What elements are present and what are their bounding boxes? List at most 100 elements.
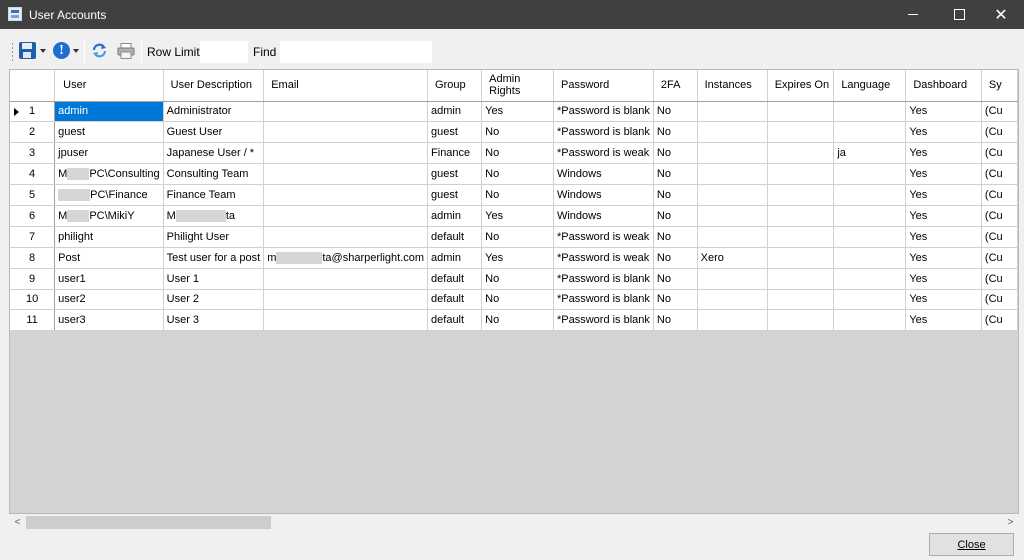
cell-2fa[interactable]: No xyxy=(653,184,698,206)
cell-dashboard[interactable]: Yes xyxy=(905,268,982,290)
cell-password[interactable]: *Password is blank xyxy=(553,268,654,290)
cell-expires-on[interactable] xyxy=(767,121,835,144)
cell-language[interactable] xyxy=(833,163,907,186)
cell-instances[interactable] xyxy=(697,163,768,186)
cell-2fa[interactable]: No xyxy=(653,142,698,165)
cell-email[interactable] xyxy=(263,142,429,165)
close-button[interactable]: Close xyxy=(929,533,1014,556)
cell-admin-rights[interactable]: No xyxy=(481,184,554,206)
cell-password[interactable]: Windows xyxy=(553,205,654,227)
chevron-down-icon[interactable] xyxy=(40,49,46,53)
cell-user[interactable]: Post xyxy=(54,247,164,269)
table-row[interactable]: 7 philight Philight User default No *Pas… xyxy=(10,226,1018,248)
cell-group[interactable]: admin xyxy=(427,247,483,269)
column-header-password[interactable]: Password xyxy=(553,70,654,102)
print-button[interactable] xyxy=(115,40,137,62)
cell-admin-rights[interactable]: No xyxy=(481,226,554,248)
cell-admin-rights[interactable]: No xyxy=(481,309,554,332)
title-bar[interactable]: User Accounts ✕ xyxy=(0,0,1024,29)
save-button[interactable] xyxy=(17,40,47,62)
cell-admin-rights[interactable]: No xyxy=(481,142,554,165)
cell-sy[interactable]: (Cu xyxy=(981,184,1018,206)
cell-description[interactable]: Mta xyxy=(163,205,265,227)
cell-group[interactable]: default xyxy=(427,309,483,332)
cell-email[interactable] xyxy=(263,184,429,206)
table-row[interactable]: 10 user2 User 2 default No *Password is … xyxy=(10,289,1018,311)
cell-user[interactable]: philight xyxy=(54,226,164,248)
cell-email[interactable] xyxy=(263,226,429,248)
cell-2fa[interactable]: No xyxy=(653,247,698,269)
cell-expires-on[interactable] xyxy=(767,247,835,269)
column-header-instances[interactable]: Instances xyxy=(697,70,768,102)
cell-admin-rights[interactable]: No xyxy=(481,289,554,311)
cell-instances[interactable] xyxy=(697,226,768,248)
row-header[interactable]: 5 xyxy=(10,184,56,206)
cell-2fa[interactable]: No xyxy=(653,268,698,290)
cell-group[interactable]: Finance xyxy=(427,142,483,165)
cell-language[interactable] xyxy=(833,289,907,311)
cell-description[interactable]: Administrator xyxy=(163,101,265,123)
cell-password[interactable]: *Password is blank xyxy=(553,121,654,144)
cell-instances[interactable] xyxy=(697,184,768,206)
cell-dashboard[interactable]: Yes xyxy=(905,121,982,144)
cell-sy[interactable]: (Cu xyxy=(981,142,1018,165)
cell-sy[interactable]: (Cu xyxy=(981,101,1018,123)
cell-user[interactable]: admin xyxy=(54,101,164,123)
row-limit-input[interactable] xyxy=(200,41,248,63)
cell-expires-on[interactable] xyxy=(767,268,835,290)
cell-language[interactable] xyxy=(833,309,907,332)
cell-description[interactable]: User 2 xyxy=(163,289,265,311)
row-header[interactable]: 1 xyxy=(10,101,56,123)
cell-expires-on[interactable] xyxy=(767,309,835,332)
cell-expires-on[interactable] xyxy=(767,163,835,186)
cell-instances[interactable] xyxy=(697,121,768,144)
row-header-corner[interactable] xyxy=(10,70,56,102)
row-header[interactable]: 9 xyxy=(10,268,56,290)
cell-2fa[interactable]: No xyxy=(653,289,698,311)
cell-instances[interactable] xyxy=(697,101,768,123)
cell-instances[interactable]: Xero xyxy=(697,247,768,269)
scrollbar-thumb[interactable] xyxy=(26,516,271,529)
cell-user[interactable]: guest xyxy=(54,121,164,144)
window-close-button[interactable]: ✕ xyxy=(978,0,1024,29)
cell-password[interactable]: *Password is weak xyxy=(553,226,654,248)
cell-user[interactable]: user3 xyxy=(54,309,164,332)
column-header-admin-rights[interactable]: Admin Rights xyxy=(481,70,554,102)
column-header-2fa[interactable]: 2FA xyxy=(653,70,698,102)
cell-user[interactable]: M PC\Consulting xyxy=(54,163,164,186)
cell-language[interactable] xyxy=(833,205,907,227)
cell-sy[interactable]: (Cu xyxy=(981,205,1018,227)
cell-group[interactable]: guest xyxy=(427,163,483,186)
cell-dashboard[interactable]: Yes xyxy=(905,142,982,165)
table-row[interactable]: 5 PC\Finance Finance Team guest No Windo… xyxy=(10,184,1018,206)
cell-password[interactable]: *Password is weak xyxy=(553,247,654,269)
column-header-user-description[interactable]: User Description xyxy=(163,70,265,102)
column-header-language[interactable]: Language xyxy=(833,70,907,102)
cell-group[interactable]: guest xyxy=(427,121,483,144)
cell-expires-on[interactable] xyxy=(767,226,835,248)
cell-user[interactable]: PC\Finance xyxy=(54,184,164,206)
cell-expires-on[interactable] xyxy=(767,289,835,311)
cell-group[interactable]: admin xyxy=(427,101,483,123)
cell-dashboard[interactable]: Yes xyxy=(905,309,982,332)
row-header[interactable]: 4 xyxy=(10,163,56,186)
row-header[interactable]: 6 xyxy=(10,205,56,227)
cell-language[interactable] xyxy=(833,121,907,144)
cell-group[interactable]: default xyxy=(427,289,483,311)
cell-email[interactable] xyxy=(263,101,429,123)
horizontal-scrollbar[interactable]: < > xyxy=(9,514,1019,531)
cell-sy[interactable]: (Cu xyxy=(981,309,1018,332)
cell-admin-rights[interactable]: No xyxy=(481,121,554,144)
cell-instances[interactable] xyxy=(697,268,768,290)
column-header-expires-on[interactable]: Expires On xyxy=(767,70,835,102)
cell-instances[interactable] xyxy=(697,142,768,165)
cell-sy[interactable]: (Cu xyxy=(981,268,1018,290)
cell-admin-rights[interactable]: No xyxy=(481,268,554,290)
row-header[interactable]: 2 xyxy=(10,121,56,144)
table-row[interactable]: 3 jpuser Japanese User / * Finance No *P… xyxy=(10,142,1018,165)
table-row[interactable]: 2 guest Guest User guest No *Password is… xyxy=(10,121,1018,144)
cell-2fa[interactable]: No xyxy=(653,205,698,227)
cell-language[interactable] xyxy=(833,247,907,269)
cell-user[interactable]: M PC\MikiY xyxy=(54,205,164,227)
cell-user[interactable]: user1 xyxy=(54,268,164,290)
